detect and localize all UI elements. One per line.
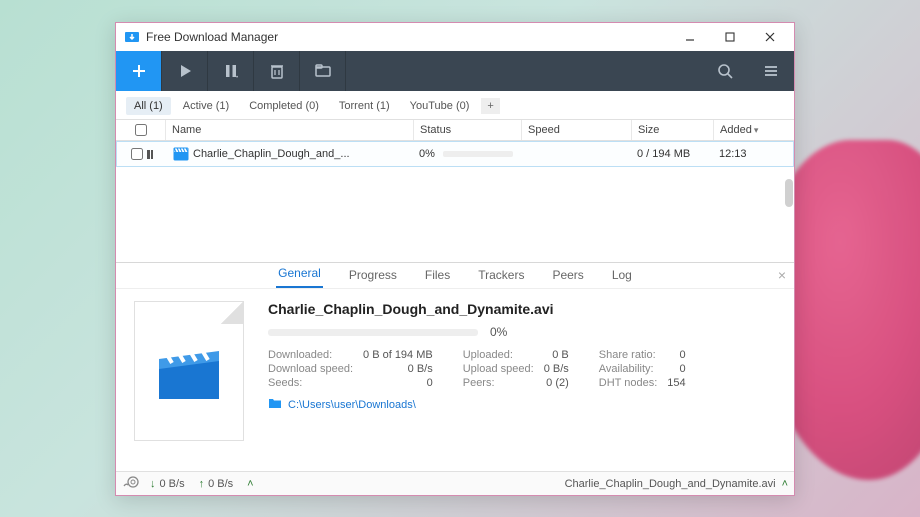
snail-mode-icon[interactable] — [122, 475, 140, 492]
tab-trackers[interactable]: Trackers — [476, 264, 526, 288]
col-speed[interactable]: Speed — [522, 120, 632, 140]
select-all-checkbox[interactable] — [135, 124, 147, 136]
pause-icon — [147, 150, 153, 159]
row-name: Charlie_Chaplin_Dough_and_... — [193, 148, 350, 160]
video-file-icon — [173, 146, 189, 162]
detail-panel: Charlie_Chaplin_Dough_and_Dynamite.avi 0… — [116, 289, 794, 471]
list-header: Name Status Speed Size Added▾ — [116, 119, 794, 141]
status-current-file: Charlie_Chaplin_Dough_and_Dynamite.avi — [565, 478, 776, 490]
download-path[interactable]: C:\Users\user\Downloads\ — [268, 397, 776, 412]
status-down-speed: 0 B/s — [160, 478, 185, 490]
close-detail-button[interactable]: × — [778, 267, 786, 283]
close-button[interactable] — [750, 23, 790, 51]
col-name[interactable]: Name — [166, 120, 414, 140]
col-status[interactable]: Status — [414, 120, 522, 140]
detail-progress-bar — [268, 329, 478, 336]
app-window: Free Download Manager • — [115, 22, 795, 496]
pause-button[interactable]: • — [208, 51, 254, 91]
maximize-button[interactable] — [710, 23, 750, 51]
filter-all[interactable]: All (1) — [126, 97, 171, 115]
row-status: 0% — [419, 148, 435, 160]
detail-tabs: General Progress Files Trackers Peers Lo… — [116, 263, 794, 289]
window-title: Free Download Manager — [146, 30, 670, 44]
speed-limit-button[interactable]: ˄ — [247, 478, 253, 490]
scrollbar[interactable] — [785, 179, 793, 207]
open-folder-button[interactable] — [300, 51, 346, 91]
folder-icon — [268, 397, 282, 412]
filter-active[interactable]: Active (1) — [175, 97, 237, 115]
delete-button[interactable] — [254, 51, 300, 91]
row-added: 12:13 — [719, 148, 747, 160]
status-menu-button[interactable]: ˄ — [782, 478, 788, 490]
detail-percent: 0% — [490, 325, 507, 339]
sort-desc-icon: ▾ — [754, 125, 759, 136]
row-size: 0 / 194 MB — [637, 148, 690, 160]
filter-completed[interactable]: Completed (0) — [241, 97, 327, 115]
tab-files[interactable]: Files — [423, 264, 452, 288]
titlebar: Free Download Manager — [116, 23, 794, 51]
search-button[interactable] — [702, 51, 748, 91]
download-arrow-icon: ↓ — [150, 478, 156, 490]
add-filter-button[interactable]: + — [481, 98, 499, 114]
col-size[interactable]: Size — [632, 120, 714, 140]
filter-youtube[interactable]: YouTube (0) — [402, 97, 478, 115]
row-checkbox[interactable] — [131, 148, 143, 160]
app-icon — [124, 29, 140, 45]
start-button[interactable] — [162, 51, 208, 91]
detail-filename: Charlie_Chaplin_Dough_and_Dynamite.avi — [268, 301, 776, 317]
row-progress-bar — [443, 151, 513, 157]
status-up-speed: 0 B/s — [208, 478, 233, 490]
filter-bar: All (1) Active (1) Completed (0) Torrent… — [116, 91, 794, 119]
svg-text:•: • — [236, 75, 238, 80]
detail-stats: Downloaded:0 B of 194 MB Download speed:… — [268, 349, 776, 389]
file-type-icon — [134, 301, 244, 441]
tab-peers[interactable]: Peers — [550, 264, 585, 288]
table-row[interactable]: Charlie_Chaplin_Dough_and_... 0% 0 / 194… — [116, 141, 794, 167]
status-bar: ↓ 0 B/s ↑ 0 B/s ˄ Charlie_Chaplin_Dough_… — [116, 471, 794, 495]
col-added[interactable]: Added▾ — [714, 120, 794, 140]
minimize-button[interactable] — [670, 23, 710, 51]
toolbar: • — [116, 51, 794, 91]
tab-progress[interactable]: Progress — [347, 264, 399, 288]
tab-log[interactable]: Log — [610, 264, 634, 288]
upload-arrow-icon: ↑ — [199, 478, 205, 490]
filter-torrent[interactable]: Torrent (1) — [331, 97, 398, 115]
tab-general[interactable]: General — [276, 262, 323, 288]
add-button[interactable] — [116, 51, 162, 91]
download-list: Charlie_Chaplin_Dough_and_... 0% 0 / 194… — [116, 141, 794, 263]
menu-button[interactable] — [748, 51, 794, 91]
